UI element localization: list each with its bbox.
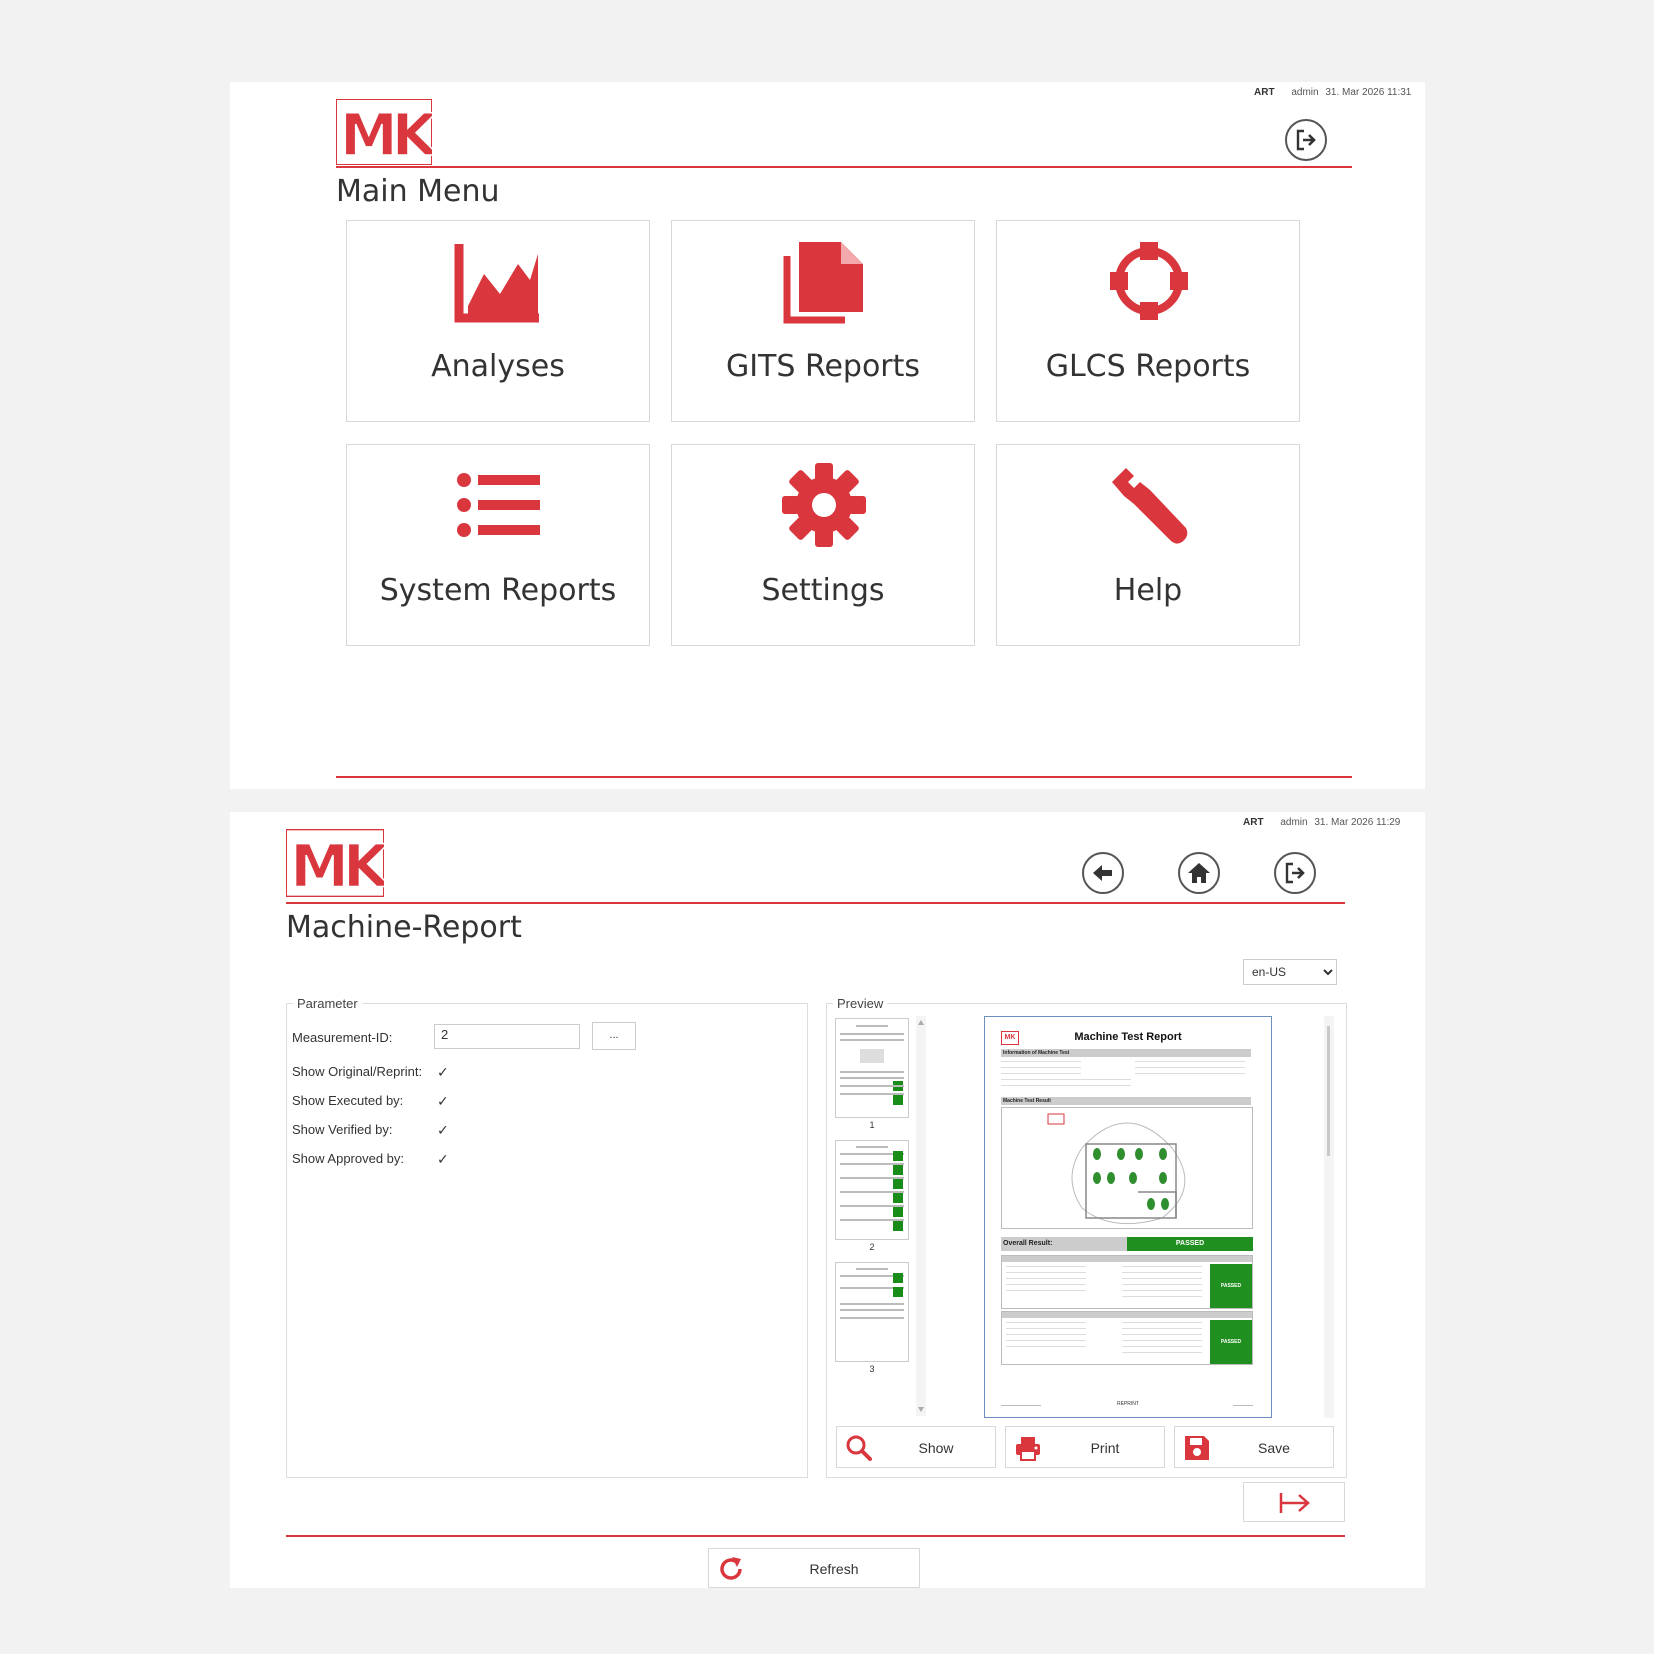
line-chart-icon: [454, 244, 540, 323]
thumbnail-number: 2: [869, 1242, 875, 1252]
refresh-button-label: Refresh: [809, 1561, 859, 1577]
mk-logo: MK: [336, 99, 432, 165]
arrow-right-to-line-icon: [1279, 1493, 1310, 1513]
save-button[interactable]: Save: [1174, 1426, 1334, 1468]
page-thumbnail-1[interactable]: [835, 1018, 909, 1118]
header-divider: [286, 902, 1345, 904]
checkbox-label-executed-by: Show Executed by:: [292, 1093, 404, 1108]
tile-label: Help: [1113, 573, 1183, 608]
page-thumbnail-3[interactable]: [835, 1262, 909, 1362]
refresh-button[interactable]: Refresh: [708, 1548, 920, 1588]
checkbox-executed-by[interactable]: ✓: [437, 1094, 451, 1108]
print-button[interactable]: Print: [1005, 1426, 1165, 1468]
machine-report-window: ART admin 31. Mar 2026 11:29 MK Machine-…: [230, 812, 1425, 1588]
list-icon: [457, 473, 540, 537]
report-page-preview: MK Machine Test Report Information of Ma…: [984, 1016, 1272, 1418]
checkbox-label-approved-by: Show Approved by:: [292, 1151, 405, 1166]
overall-result-badge: PASSED: [1127, 1237, 1253, 1251]
footer-divider: [336, 776, 1352, 778]
scroll-up-icon[interactable]: [916, 1018, 926, 1026]
documents-icon: [783, 242, 863, 324]
tile-label: GLCS Reports: [1045, 349, 1251, 384]
logout-icon: [1285, 862, 1305, 884]
tile-analyses[interactable]: Analyses: [346, 220, 650, 422]
user-name: admin: [1291, 87, 1319, 98]
row-status-badge: PASSED: [1210, 1264, 1252, 1308]
checkbox-label-verified-by: Show Verified by:: [292, 1122, 393, 1137]
show-button[interactable]: Show: [836, 1426, 996, 1468]
logout-button[interactable]: [1285, 119, 1327, 161]
save-button-label: Save: [1258, 1440, 1290, 1456]
floppy-disk-icon: [1185, 1436, 1209, 1460]
preview-scroll-thumb[interactable]: [1327, 1026, 1330, 1156]
tile-label: GITS Reports: [725, 349, 921, 384]
tile-label: Settings: [761, 573, 885, 608]
page-title: Machine-Report: [286, 910, 522, 945]
print-button-label: Print: [1090, 1440, 1120, 1456]
tile-help[interactable]: Help: [996, 444, 1300, 646]
page-thumbnail-2[interactable]: [835, 1140, 909, 1240]
checkbox-verified-by[interactable]: ✓: [437, 1123, 451, 1137]
footer-divider: [286, 1535, 1345, 1537]
logo-text: MK: [340, 101, 432, 165]
browse-button[interactable]: ...: [592, 1022, 636, 1050]
thumbnail-number: 1: [869, 1120, 875, 1130]
thumbnail-number: 3: [869, 1364, 875, 1374]
checkbox-original-reprint[interactable]: ✓: [437, 1065, 451, 1079]
logout-icon: [1296, 129, 1316, 151]
status-bar: ART admin 31. Mar 2026 11:29: [1243, 817, 1400, 828]
next-button[interactable]: [1243, 1482, 1345, 1522]
back-button[interactable]: [1082, 852, 1124, 894]
measurement-id-input[interactable]: 2: [434, 1024, 580, 1049]
page-title: Main Menu: [336, 174, 500, 209]
report-section-info: Information of Machine Test: [1001, 1049, 1251, 1057]
report-section-result: Machine Test Result: [1001, 1097, 1251, 1105]
search-icon: [846, 1435, 872, 1461]
arrow-left-icon: [1093, 865, 1112, 881]
report-detail-block-2: PASSED: [1001, 1311, 1253, 1365]
user-name: admin: [1280, 817, 1308, 828]
machine-layout-diagram: [1001, 1107, 1253, 1229]
printer-icon: [1016, 1437, 1040, 1461]
header-divider: [336, 166, 1352, 168]
scroll-down-icon[interactable]: [916, 1406, 926, 1414]
mk-logo: MK: [286, 829, 384, 897]
tile-label: System Reports: [379, 573, 617, 608]
home-icon: [1188, 863, 1210, 883]
tile-gits-reports[interactable]: GITS Reports: [671, 220, 975, 422]
parameter-legend: Parameter: [297, 996, 358, 1011]
row-status-badge: PASSED: [1210, 1320, 1252, 1364]
app-name: ART: [1243, 817, 1264, 828]
status-bar: ART admin 31. Mar 2026 11:31: [1254, 87, 1411, 98]
wrench-icon: [1112, 468, 1188, 544]
preview-legend: Preview: [837, 996, 884, 1011]
gear-icon: [782, 463, 866, 547]
report-footer-reprint: REPRINT: [1117, 1401, 1139, 1407]
home-button[interactable]: [1178, 852, 1220, 894]
machine-diagram-graphic: [1047, 1113, 1186, 1225]
tile-system-reports[interactable]: System Reports: [346, 444, 650, 646]
datetime: 31. Mar 2026 11:29: [1314, 817, 1401, 828]
tile-settings[interactable]: Settings: [671, 444, 975, 646]
language-select[interactable]: en-US: [1243, 959, 1337, 985]
report-title: Machine Test Report: [1074, 1031, 1182, 1043]
datetime: 31. Mar 2026 11:31: [1325, 87, 1412, 98]
thumbnail-scrollbar[interactable]: [916, 1016, 926, 1416]
network-ring-icon: [1110, 242, 1188, 320]
measurement-id-label: Measurement-ID:: [292, 1030, 393, 1045]
report-detail-block-1: PASSED: [1001, 1255, 1253, 1309]
refresh-icon: [720, 1557, 742, 1580]
show-button-label: Show: [918, 1440, 954, 1456]
checkbox-approved-by[interactable]: ✓: [437, 1152, 451, 1166]
logo-text: MK: [290, 831, 384, 897]
app-name: ART: [1254, 87, 1275, 98]
checkbox-label-original-reprint: Show Original/Reprint:: [292, 1064, 423, 1079]
tile-label: Analyses: [431, 349, 565, 384]
logout-button[interactable]: [1274, 852, 1316, 894]
tile-glcs-reports[interactable]: GLCS Reports: [996, 220, 1300, 422]
main-menu-window: ART admin 31. Mar 2026 11:31 MK Main Men…: [230, 82, 1425, 789]
